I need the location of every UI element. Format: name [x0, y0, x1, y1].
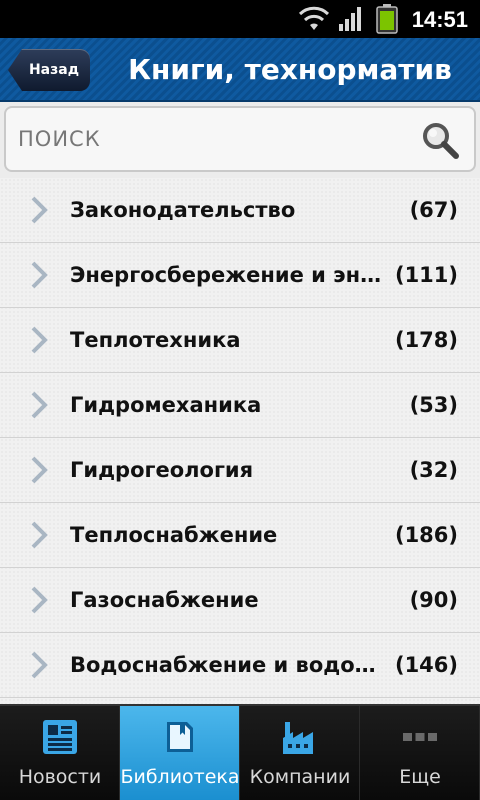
item-count: (90) [409, 588, 458, 612]
tab-label: Новости [18, 766, 102, 788]
item-count: (111) [394, 263, 458, 287]
bottom-tab-bar: Новости Библиотека Компании Еще [0, 704, 480, 800]
item-label: Гидрогеология [70, 458, 254, 482]
search-input[interactable] [18, 118, 398, 160]
tab-label: Еще [399, 766, 441, 788]
list-item[interactable]: Теплотехника (178) [0, 308, 480, 373]
item-label: Водоснабжение и водоо… [70, 653, 384, 677]
tab-news[interactable]: Новости [0, 706, 120, 800]
chevron-right-icon [31, 391, 48, 419]
item-count: (53) [409, 393, 458, 417]
item-count: (146) [394, 653, 458, 677]
status-bar: 14:51 [0, 0, 480, 38]
list-item[interactable]: Энергосбережение и эн… (111) [0, 243, 480, 308]
factory-icon [283, 722, 313, 754]
tab-companies[interactable]: Компании [240, 706, 360, 800]
chevron-right-icon [31, 261, 48, 289]
list-item[interactable]: Газоснабжение (90) [0, 568, 480, 633]
chevron-right-icon [31, 651, 48, 679]
search-icon[interactable] [420, 120, 460, 160]
list-item[interactable]: Законодательство (67) [0, 178, 480, 243]
item-label: Теплоснабжение [70, 523, 278, 547]
page-title: Книги, технорматив [128, 53, 452, 86]
tab-label: Библиотека [120, 766, 240, 788]
list-item[interactable]: Гидромеханика (53) [0, 373, 480, 438]
item-label: Газоснабжение [70, 588, 259, 612]
item-label: Энергосбережение и эн… [70, 263, 382, 287]
item-label: Законодательство [70, 198, 296, 222]
library-icon [167, 722, 193, 752]
chevron-right-icon [31, 196, 48, 224]
item-count: (67) [409, 198, 458, 222]
item-label: Теплотехника [70, 328, 241, 352]
category-list: Законодательство (67) Энергосбережение и… [0, 178, 480, 704]
wifi-icon [298, 6, 330, 30]
list-item[interactable]: Водоснабжение и водоо… (146) [0, 633, 480, 698]
list-item[interactable]: Теплоснабжение (186) [0, 503, 480, 568]
tab-label: Компании [249, 766, 351, 788]
item-count: (186) [394, 523, 458, 547]
battery-icon [376, 4, 398, 34]
status-time: 14:51 [411, 7, 468, 32]
tab-more[interactable]: Еще [360, 706, 480, 800]
chevron-right-icon [31, 326, 48, 354]
chevron-right-icon [31, 521, 48, 549]
tab-library[interactable]: Библиотека [120, 706, 240, 800]
chevron-right-icon [31, 456, 48, 484]
news-icon [43, 720, 77, 754]
title-bar: Назад Книги, технорматив [0, 38, 480, 102]
chevron-right-icon [31, 586, 48, 614]
item-count: (178) [394, 328, 458, 352]
signal-icon [339, 7, 361, 31]
back-button[interactable]: Назад [8, 49, 90, 91]
more-icon [403, 733, 437, 741]
search-area [0, 102, 480, 178]
search-box[interactable] [4, 106, 476, 172]
item-count: (32) [409, 458, 458, 482]
list-item[interactable]: Гидрогеология (32) [0, 438, 480, 503]
item-label: Гидромеханика [70, 393, 262, 417]
